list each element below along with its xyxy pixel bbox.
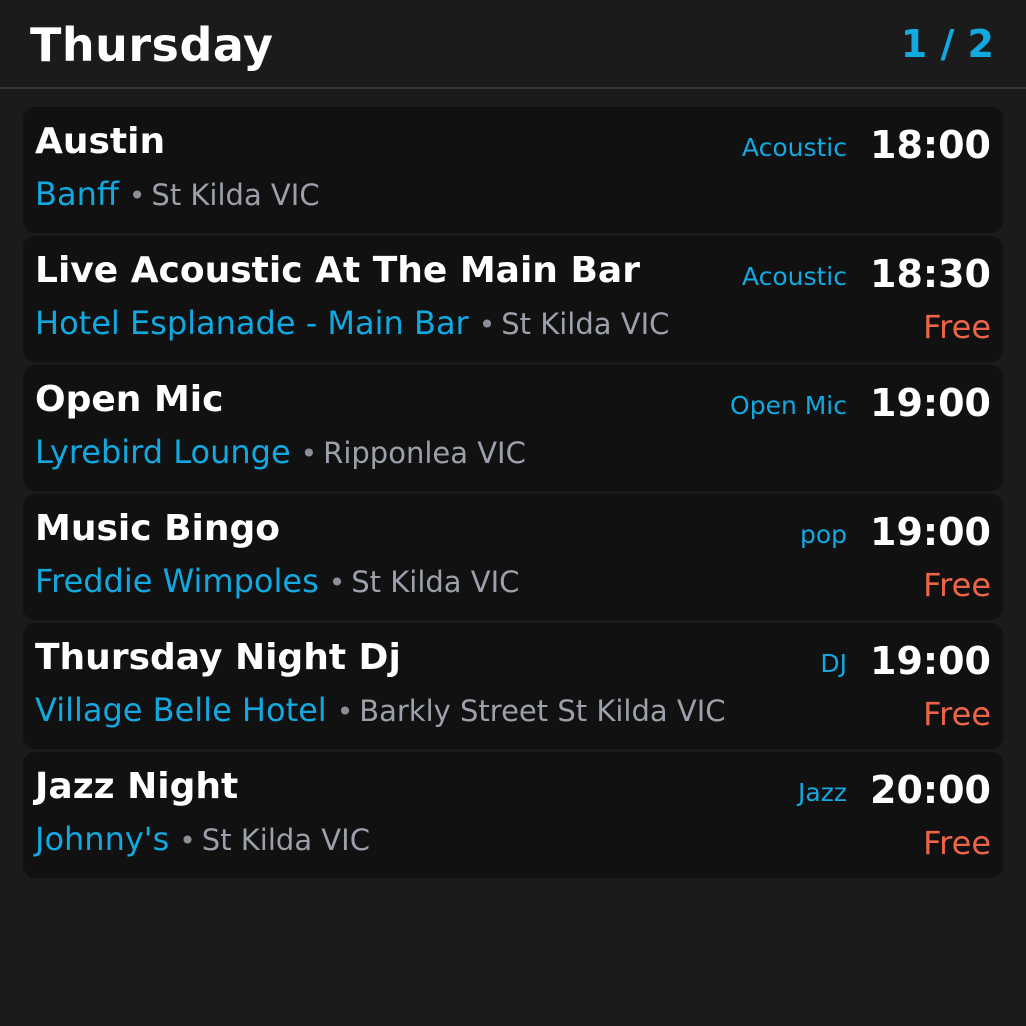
event-time: 19:00 [870,381,991,425]
event-title: Jazz Night [35,766,239,807]
event-genre: Acoustic [741,262,847,291]
event-card[interactable]: Austin Acoustic 18:00 Banff • St Kilda VIC [23,107,1003,233]
page-title: Thursday [30,18,274,72]
venue-name[interactable]: Village Belle Hotel [35,691,327,729]
bullet-separator: • [328,566,346,599]
event-price: Free [923,566,991,604]
event-price: Free [923,308,991,346]
event-card[interactable]: Live Acoustic At The Main Bar Acoustic 1… [23,236,1003,362]
venue-location: St Kilda VIC [351,565,520,599]
event-list: Austin Acoustic 18:00 Banff • St Kilda VIC… [23,107,1003,881]
event-time: 19:00 [870,510,991,554]
event-title: Open Mic [35,379,224,420]
event-time: 19:00 [870,639,991,683]
event-title: Live Acoustic At The Main Bar [35,250,640,291]
app-frame: Thursday 1 / 2 Austin Acoustic 18:00 Ban… [0,0,1026,1026]
bullet-separator: • [128,179,146,212]
bullet-separator: • [336,695,354,728]
venue-name[interactable]: Lyrebird Lounge [35,433,291,471]
venue-name[interactable]: Freddie Wimpoles [35,562,319,600]
bullet-separator: • [300,437,318,470]
event-title: Thursday Night Dj [35,637,401,678]
bullet-separator: • [179,824,196,857]
venue-location: St Kilda VIC [201,823,370,857]
event-venue-line: Hotel Esplanade - Main Bar • St Kilda VIC [35,304,669,342]
event-venue-line: Johnny's • St Kilda VIC [35,820,370,858]
event-venue-line: Banff • St Kilda VIC [35,175,320,213]
event-card[interactable]: Thursday Night Dj DJ 19:00 Village Belle… [23,623,1003,749]
event-genre: pop [799,520,847,549]
event-card[interactable]: Music Bingo pop 19:00 Freddie Wimpoles • S… [23,494,1003,620]
event-time: 18:30 [870,252,991,296]
venue-location: St Kilda VIC [151,178,320,212]
event-title: Music Bingo [35,508,281,549]
event-venue-line: Freddie Wimpoles • St Kilda VIC [35,562,519,600]
event-genre: Jazz [798,778,847,807]
bullet-separator: • [478,308,496,341]
venue-location: Barkly Street St Kilda VIC [359,694,726,728]
event-genre: Acoustic [741,133,847,162]
event-title: Austin [35,121,166,162]
event-price: Free [923,695,991,733]
event-price: Free [923,824,991,862]
venue-name[interactable]: Johnny's [35,820,169,858]
venue-location: St Kilda VIC [501,307,670,341]
event-card[interactable]: Jazz Night Jazz 20:00 Johnny's • St Kilda … [23,752,1003,878]
venue-name[interactable]: Banff [35,175,119,213]
page-indicator[interactable]: 1 / 2 [901,22,994,66]
header: Thursday 1 / 2 [0,0,1026,89]
event-card[interactable]: Open Mic Open Mic 19:00 Lyrebird Lounge •… [23,365,1003,491]
event-genre: DJ [820,649,847,678]
event-time: 18:00 [870,123,991,167]
event-venue-line: Village Belle Hotel • Barkly Street St Kil… [35,691,726,729]
event-time: 20:00 [870,768,991,812]
event-genre: Open Mic [730,391,847,420]
venue-location: Ripponlea VIC [323,436,526,470]
event-venue-line: Lyrebird Lounge • Ripponlea VIC [35,433,526,471]
venue-name[interactable]: Hotel Esplanade - Main Bar [35,304,469,342]
